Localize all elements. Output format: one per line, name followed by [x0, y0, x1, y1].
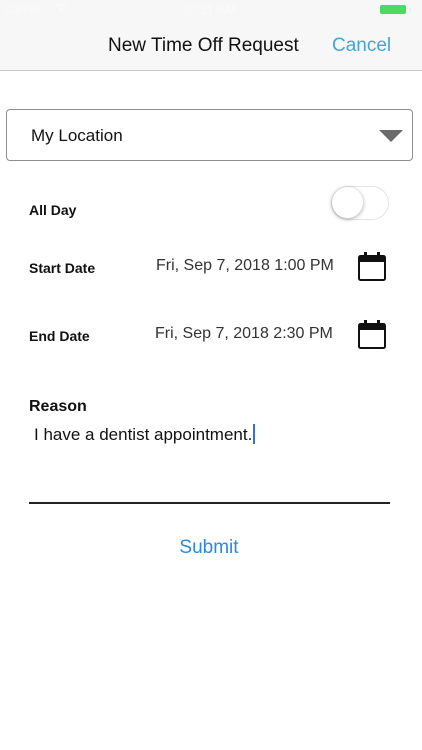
start-date-value[interactable]: Fri, Sep 7, 2018 1:00 PM — [156, 257, 334, 275]
end-date-label: End Date — [29, 328, 90, 344]
reason-input-underline — [29, 502, 390, 504]
carrier-label: Carrier — [4, 2, 41, 16]
location-dropdown[interactable]: My Location — [6, 109, 413, 161]
toggle-knob — [332, 187, 363, 218]
all-day-toggle[interactable] — [331, 186, 389, 220]
calendar-icon[interactable] — [357, 318, 387, 350]
submit-button[interactable]: Submit — [0, 537, 418, 559]
all-day-label: All Day — [29, 202, 77, 218]
reason-input[interactable]: I have a dentist appointment. — [34, 424, 256, 445]
start-date-label: Start Date — [29, 260, 96, 276]
reason-input-text: I have a dentist appointment. — [34, 425, 253, 444]
wifi-icon — [55, 3, 67, 12]
caret-down-icon — [379, 130, 403, 142]
cancel-button[interactable]: Cancel — [332, 35, 391, 57]
calendar-icon[interactable] — [357, 250, 387, 282]
text-cursor — [253, 424, 256, 444]
navigation-bar: New Time Off Request Cancel — [0, 20, 422, 71]
status-bar: Carrier 10:11 AM — [0, 0, 422, 20]
battery-icon — [380, 5, 406, 14]
page-title: New Time Off Request — [108, 35, 299, 56]
battery-tip — [409, 8, 411, 12]
reason-label: Reason — [29, 398, 87, 415]
location-selected-value: My Location — [31, 126, 123, 145]
status-time: 10:11 AM — [182, 2, 236, 17]
end-date-value[interactable]: Fri, Sep 7, 2018 2:30 PM — [155, 325, 333, 343]
